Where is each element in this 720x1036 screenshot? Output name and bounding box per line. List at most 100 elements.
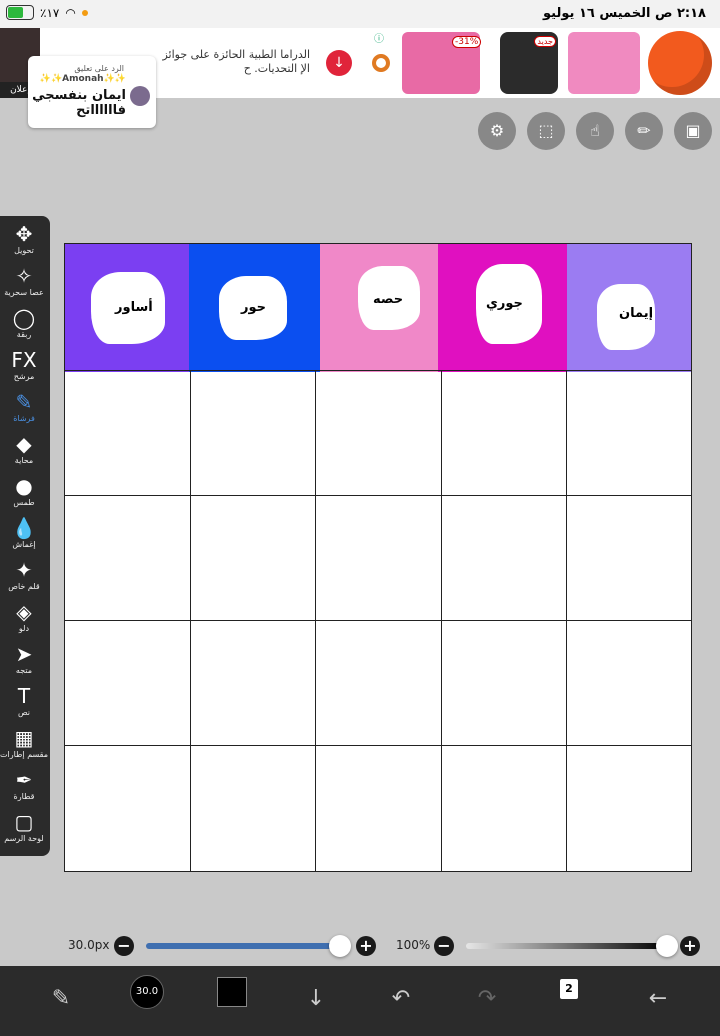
status-time-date: ٢:١٨ ص الخميس ١٦ يوليو [543, 6, 706, 21]
ad-text[interactable]: الدراما الطبية الحائزة على جوائز الإ الت… [150, 48, 310, 76]
status-left: ٪١٧ ◠ [6, 5, 88, 20]
header-cell-iman: إيمان [567, 244, 691, 372]
header-cell-asawer: أساور [65, 244, 189, 372]
header-label: حصه [373, 292, 404, 307]
tool-label: قطارة [13, 792, 35, 801]
tool-label: عصا سحرية [4, 288, 44, 297]
brush-size-plus-button[interactable]: + [356, 936, 376, 956]
brush-size-slider[interactable] [146, 943, 342, 949]
grid-line-horizontal [65, 370, 691, 371]
grid-line-horizontal [65, 495, 691, 496]
tool-7[interactable]: 💧 إغماش [0, 516, 48, 550]
tool-icon: T [17, 684, 31, 708]
tool-icon: ● [15, 474, 33, 498]
tool-6[interactable]: ● طمس [0, 474, 48, 508]
ad-logo-icon [372, 54, 390, 72]
image-icon[interactable]: ▣ [674, 112, 712, 150]
header-label: حور [241, 300, 267, 315]
tool-icon: ✦ [15, 558, 33, 582]
grid-line-horizontal [65, 745, 691, 746]
brush-edit-icon[interactable]: ✎ [44, 982, 78, 1016]
brush-size-thumb[interactable] [329, 935, 351, 957]
slider-row: 30.0px − + 100% − + [0, 934, 720, 958]
layers-button[interactable]: 2 [560, 979, 578, 999]
toggle-settings-icon[interactable]: ⚙ [478, 112, 516, 150]
opacity-slider[interactable] [466, 943, 668, 949]
tool-label: فرشاة [13, 414, 35, 423]
new-badge: جديد [534, 36, 556, 47]
ad-product-toy-phone[interactable]: جديد [500, 32, 558, 94]
tool-label: مرشح [13, 372, 35, 381]
tool-3[interactable]: FX مرشح [0, 348, 48, 382]
battery-icon [6, 5, 34, 20]
grid-line-vertical [441, 370, 442, 872]
tool-icon: ➤ [15, 642, 33, 666]
brush-preview[interactable]: 30.0 [130, 975, 164, 1009]
header-cell-jouri: جوري [438, 244, 567, 372]
status-bar: ٪١٧ ◠ ٢:١٨ ص الخميس ١٦ يوليو [0, 0, 720, 28]
header-label: أساور [115, 300, 153, 315]
tool-12[interactable]: ▦ مقسم إطارات [0, 726, 48, 760]
opacity-minus-button[interactable]: − [434, 936, 454, 956]
reply-bubble[interactable]: الرد على تعليق ✨✨Amonah✨✨ ايمان بنفسجي ف… [28, 56, 156, 128]
tool-label: طمس [13, 498, 35, 507]
tool-5[interactable]: ◆ محاية [0, 432, 48, 466]
tool-10[interactable]: ➤ متجه [0, 642, 48, 676]
tool-icon: ✥ [15, 222, 33, 246]
tool-0[interactable]: ✥ تحويل [0, 222, 48, 256]
reply-text: ايمان بنفسجي فااااااتح [32, 88, 126, 118]
reply-meta: الرد على تعليق [74, 64, 124, 73]
tool-4[interactable]: ✎ فرشاة [0, 390, 48, 424]
download-icon[interactable]: ↓ [326, 50, 352, 76]
discount-badge: -31% [452, 36, 482, 48]
wifi-icon: ◠ [65, 5, 76, 20]
back-arrow-icon[interactable]: ← [641, 982, 675, 1016]
download-arrow-icon[interactable]: ↓ [299, 982, 333, 1016]
tool-8[interactable]: ✦ قلم خاص [0, 558, 48, 592]
header-label: جوري [486, 296, 523, 311]
opacity-plus-button[interactable]: + [680, 936, 700, 956]
header-cell-hoor: حور [189, 244, 320, 372]
tool-label: لوحة الرسم [4, 834, 44, 843]
ad-product-lunchbox[interactable]: -31% [402, 32, 482, 94]
reply-username: ✨✨Amonah✨✨ [39, 74, 126, 84]
header-label: إيمان [619, 306, 654, 321]
info-icon[interactable]: ⓘ [374, 30, 384, 45]
tool-sidebar: ✥ تحويل ✧ عصا سحرية ◯ ربقة FX مرشح ✎ فرشاة ◆ محاية ●… [0, 216, 50, 856]
tool-icon: ✎ [15, 390, 33, 414]
brush-size-minus-button[interactable]: − [114, 936, 134, 956]
tool-14[interactable]: ▢ لوحة الرسم [0, 810, 48, 844]
top-tool-icons: ⚙ ⬚ ☝ ✏ ▣ [478, 112, 712, 150]
tool-label: قلم خاص [8, 582, 40, 591]
ad-product-basketball[interactable] [648, 31, 712, 95]
color-swatch[interactable] [217, 977, 247, 1007]
tool-icon: ▢ [14, 810, 34, 834]
redo-icon[interactable]: ↷ [470, 982, 504, 1016]
tool-13[interactable]: ✒ قطارة [0, 768, 48, 802]
selection-icon[interactable]: ⬚ [527, 112, 565, 150]
tool-icon: FX [11, 348, 37, 372]
tool-icon: ✒ [15, 768, 33, 792]
grid-line-horizontal [65, 620, 691, 621]
tool-2[interactable]: ◯ ربقة [0, 306, 48, 340]
tool-9[interactable]: ◈ دلو [0, 600, 48, 634]
tool-icon: ▦ [14, 726, 34, 750]
tool-label: محاية [14, 456, 34, 465]
opacity-thumb[interactable] [656, 935, 678, 957]
brush-size-label: 30.0px [68, 938, 110, 952]
tool-label: إغماش [12, 540, 36, 549]
tool-11[interactable]: T نص [0, 684, 48, 718]
grid-line-vertical [566, 370, 567, 872]
tool-icon: ✧ [15, 264, 33, 288]
ad-product-doctor-kit[interactable] [568, 32, 640, 94]
tool-1[interactable]: ✧ عصا سحرية [0, 264, 48, 298]
bottom-toolbar: ✎ 30.0 ↓ ↶ ↷ 2 ← [0, 966, 720, 1036]
ruler-icon[interactable]: ✏ [625, 112, 663, 150]
tool-label: تحويل [14, 246, 34, 255]
touch-hand-icon[interactable]: ☝ [576, 112, 614, 150]
drawing-canvas[interactable]: أساور حور حصه جوري إيمان [64, 243, 692, 872]
undo-icon[interactable]: ↶ [384, 982, 418, 1016]
grid-line-vertical [315, 370, 316, 872]
opacity-label: 100% [396, 938, 431, 952]
header-cell-hessa: حصه [320, 244, 438, 372]
